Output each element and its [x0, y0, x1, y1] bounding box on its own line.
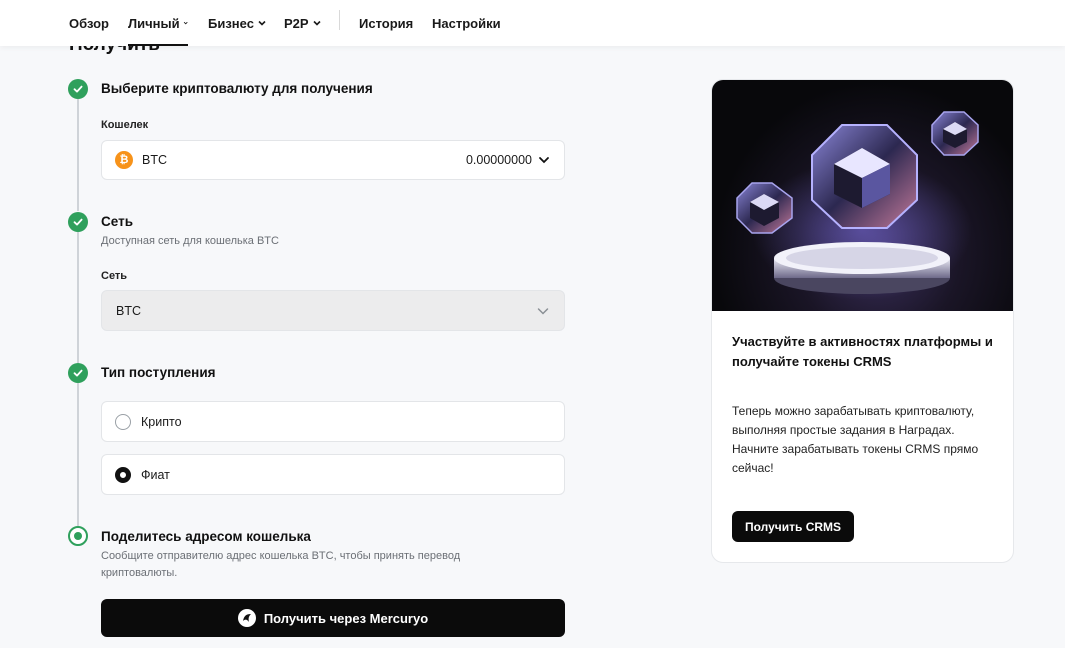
- wallet-coin: BTC: [142, 153, 167, 167]
- step-connector: [77, 383, 79, 526]
- nav-label: Бизнес: [208, 15, 254, 31]
- radio-button-checked[interactable]: [115, 466, 131, 483]
- step-subtitle: Доступная сеть для кошелька BTC: [101, 235, 279, 247]
- step-title: Поделитесь адресом кошелька: [101, 529, 311, 544]
- promo-title: Участвуйте в активностях платформы и пол…: [732, 334, 993, 369]
- nav-item-personal[interactable]: Личный: [128, 0, 188, 46]
- promo-description: Теперь можно зарабатывать криптовалюту, …: [732, 404, 979, 475]
- step-subtitle-line: криптовалюты.: [101, 567, 178, 579]
- step-connector: [77, 99, 79, 211]
- nav-item-business[interactable]: Бизнес: [208, 0, 267, 46]
- nav-divider: [339, 10, 340, 30]
- nav-label: Обзор: [69, 15, 109, 31]
- step-dot: [74, 532, 82, 540]
- top-navigation: Обзор Личный Бизнес P2P История Настройк…: [0, 0, 1065, 46]
- chevron-down-icon: [537, 307, 549, 315]
- wallet-select[interactable]: ₿ BTC 0.00000000: [101, 140, 565, 180]
- chevron-down-icon: [258, 20, 266, 26]
- network-select[interactable]: BTC: [101, 290, 565, 331]
- chevron-down-icon: [539, 157, 549, 164]
- promo-button-label: Получить CRMS: [745, 519, 842, 534]
- network-value: BTC: [116, 303, 141, 318]
- option-crypto[interactable]: Крипто: [101, 401, 565, 442]
- step-complete-icon: [68, 363, 88, 383]
- nav-item-settings[interactable]: Настройки: [432, 0, 501, 46]
- step-title: Тип поступления: [101, 365, 216, 380]
- nav-item-overview[interactable]: Обзор: [69, 0, 109, 46]
- step-complete-icon: [68, 212, 88, 232]
- receive-via-mercuryo-button[interactable]: Получить через Mercuryo: [101, 599, 565, 637]
- network-label: Сеть: [101, 270, 128, 282]
- wallet-label: Кошелек: [101, 119, 149, 131]
- cta-label: Получить через Mercuryo: [263, 610, 429, 626]
- step-current-icon: [68, 526, 88, 546]
- nav-label: Личный: [128, 15, 180, 31]
- promo-illustration: [712, 80, 1013, 311]
- option-label: Фиат: [141, 467, 170, 482]
- checkmark-icon: [73, 218, 83, 226]
- checkmark-icon: [73, 369, 83, 377]
- chevron-down-icon: [313, 20, 321, 26]
- step-title: Выберите криптовалюту для получения: [101, 81, 373, 96]
- step-complete-icon: [68, 79, 88, 99]
- radio-button[interactable]: [115, 413, 131, 430]
- nav-item-p2p[interactable]: P2P: [284, 0, 322, 46]
- step-title: Сеть: [101, 214, 133, 229]
- wallet-balance: 0.00000000: [465, 153, 532, 167]
- mercuryo-icon: [237, 609, 256, 627]
- promo-card: Участвуйте в активностях платформы и пол…: [711, 79, 1014, 563]
- step-subtitle-line: Сообщите отправителю адрес кошелька BTC,…: [101, 550, 461, 562]
- checkmark-icon: [73, 85, 83, 93]
- chevron-down-icon: [183, 21, 188, 25]
- bitcoin-icon: ₿: [115, 151, 133, 169]
- option-label: Крипто: [141, 414, 182, 429]
- nav-label: P2P: [284, 15, 309, 31]
- nav-item-history[interactable]: История: [359, 0, 413, 46]
- option-fiat[interactable]: Фиат: [101, 454, 565, 495]
- nav-label: Настройки: [432, 15, 501, 31]
- step-connector: [77, 232, 79, 363]
- get-crms-button[interactable]: Получить CRMS: [732, 511, 855, 542]
- nav-label: История: [359, 15, 414, 31]
